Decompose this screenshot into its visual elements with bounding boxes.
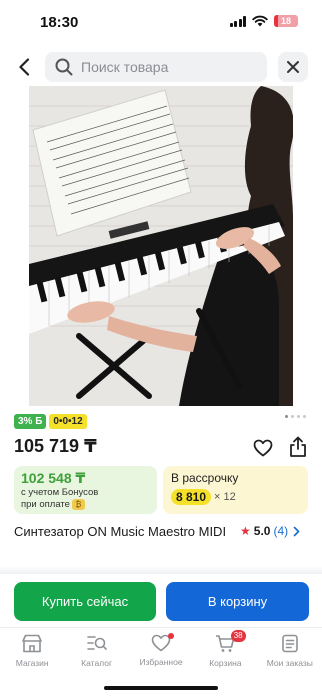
share-button[interactable] — [287, 435, 309, 459]
search-input[interactable] — [81, 59, 251, 75]
chevron-left-icon — [19, 58, 30, 76]
bonus-coin-icon: ₿ — [71, 499, 85, 510]
installment-multiplier: × 12 — [214, 491, 236, 503]
tab-label: Корзина — [209, 658, 242, 668]
star-icon: ★ — [240, 524, 251, 538]
tab-cart[interactable]: 38 Корзина — [193, 628, 257, 672]
shop-icon — [22, 634, 43, 653]
gallery-dot — [303, 415, 306, 418]
bonus-price-card[interactable]: 102 548 ₸ с учетом Бонусов при оплате ₿ — [14, 466, 157, 514]
product-image[interactable] — [29, 86, 293, 406]
tab-catalog[interactable]: Каталог — [64, 628, 128, 672]
gallery-dot — [285, 415, 288, 418]
chevron-right-icon — [293, 526, 300, 536]
gallery-dot — [297, 415, 300, 418]
catalog-search-icon — [86, 636, 107, 650]
status-time: 18:30 — [40, 14, 79, 31]
installment-label: В рассрочку — [171, 471, 239, 485]
status-bar: 18:30 18 — [0, 0, 322, 44]
product-title: Синтезатор ON Music Maestro MIDI — [14, 524, 227, 539]
bottom-tab-bar: Магазин Каталог Избранное 38 Корзина Мои… — [0, 627, 322, 672]
product-photo — [29, 86, 293, 406]
back-button[interactable] — [12, 54, 36, 80]
close-icon — [287, 61, 299, 73]
favorites-notification-dot — [168, 633, 175, 639]
tab-label: Магазин — [15, 658, 49, 668]
battery-level: 18 — [280, 16, 291, 26]
cellular-signal-icon — [229, 15, 246, 27]
share-icon — [290, 436, 306, 457]
tab-shop[interactable]: Магазин — [0, 628, 64, 672]
search-icon — [55, 58, 73, 76]
product-rating[interactable]: ★ 5.0 (4) — [240, 524, 300, 538]
tab-label: Мои заказы — [266, 658, 313, 668]
buy-now-button[interactable]: Купить сейчас — [14, 582, 156, 621]
bonus-badge: 3% Б — [14, 414, 47, 429]
close-search-button[interactable] — [278, 52, 308, 82]
installment-amount: 8 810 — [171, 489, 212, 505]
orders-icon — [282, 634, 298, 653]
bonus-price: 102 548 ₸ — [21, 470, 86, 486]
installment-card[interactable]: В рассрочку 8 810 × 12 — [163, 466, 308, 514]
product-price: 105 719 ₸ — [14, 436, 97, 456]
installment-badge: 0•0•12 — [49, 414, 87, 429]
rating-score: 5.0 — [253, 524, 271, 538]
add-to-favorites-button[interactable] — [252, 437, 274, 459]
status-icons: 18 — [229, 15, 298, 27]
review-count[interactable]: (4) — [273, 524, 288, 538]
tab-label: Избранное — [139, 657, 183, 667]
tab-orders[interactable]: Мои заказы — [258, 628, 322, 672]
search-box[interactable] — [45, 52, 267, 82]
heart-icon — [253, 439, 273, 457]
section-divider — [0, 566, 322, 574]
battery-icon: 18 — [274, 15, 298, 27]
gallery-pagination — [285, 415, 306, 418]
home-indicator — [104, 686, 218, 690]
cart-count-badge: 38 — [230, 630, 246, 642]
bonus-price-note-line2: при оплате — [21, 499, 70, 511]
bonus-price-note-line1: с учетом Бонусов — [21, 487, 99, 498]
tab-label: Каталог — [81, 658, 113, 668]
promo-badges: 3% Б 0•0•12 — [14, 414, 87, 429]
search-row — [0, 50, 322, 84]
gallery-dot — [291, 415, 294, 418]
add-to-cart-button[interactable]: В корзину — [166, 582, 309, 621]
wifi-icon — [252, 15, 268, 27]
tab-favorites[interactable]: Избранное — [129, 628, 193, 672]
